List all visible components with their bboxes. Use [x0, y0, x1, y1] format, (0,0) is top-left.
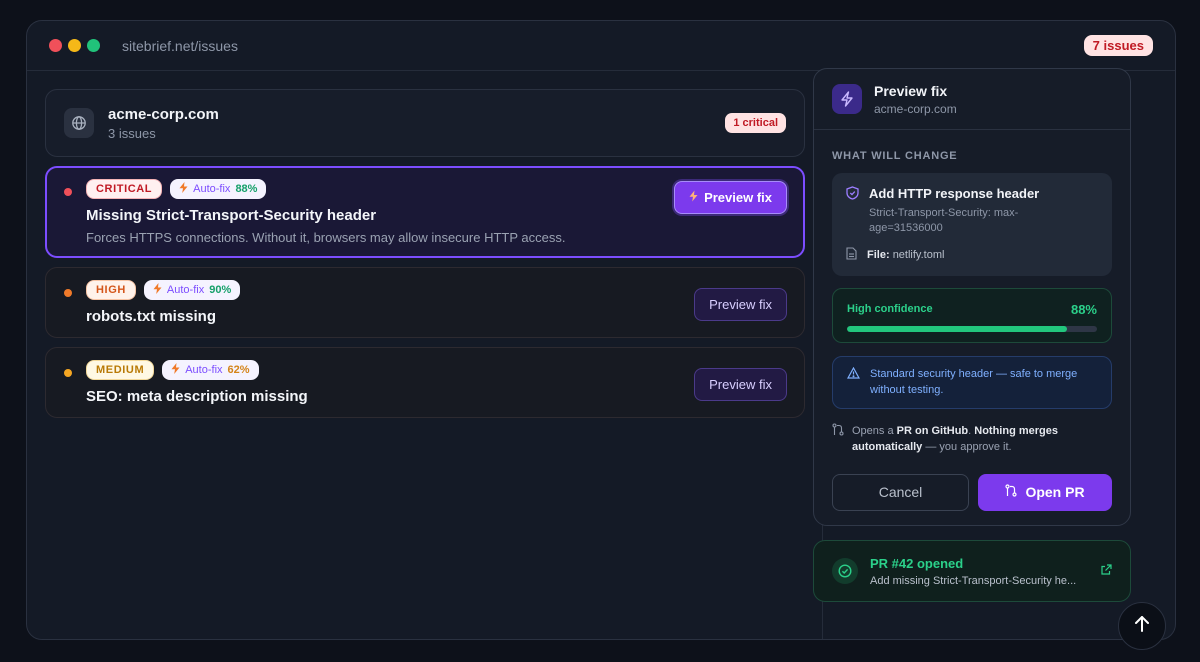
autofix-tag: Auto-fix 62% [162, 360, 259, 380]
pr-info: Opens a PR on GitHub. Nothing merges aut… [832, 423, 1112, 456]
shield-icon [846, 186, 859, 237]
preview-fix-label: Preview fix [709, 297, 772, 312]
severity-tag: CRITICAL [86, 179, 163, 199]
warning-icon [846, 366, 861, 399]
site-name: acme-corp.com [108, 105, 219, 123]
preview-fix-label: Preview fix [709, 377, 772, 392]
bolt-icon [179, 182, 188, 196]
check-circle-icon [832, 558, 858, 584]
issue-title: SEO: meta description missing [86, 388, 308, 405]
severity-tag: MEDIUM [86, 360, 155, 380]
minimize-window-dot[interactable] [68, 39, 81, 52]
issue-card-hsts[interactable]: CRITICAL Auto-fix 88% Missing Strict-Tra… [45, 166, 805, 258]
globe-icon [64, 108, 94, 138]
autofix-label: Auto-fix [193, 183, 231, 195]
severity-tag: HIGH [86, 280, 136, 300]
arrow-up-icon [1134, 615, 1150, 638]
pr-opened-toast[interactable]: PR #42 opened Add missing Strict-Transpo… [813, 540, 1131, 602]
safety-note: Standard security header — safe to merge… [832, 355, 1112, 409]
panel-subtitle: acme-corp.com [874, 101, 957, 116]
pr-text-3: — you approve it. [922, 441, 1012, 454]
autofix-tag: Auto-fix 90% [143, 280, 241, 300]
site-header-card: acme-corp.com 3 issues 1 critical [45, 89, 805, 157]
open-pr-button[interactable]: Open PR [978, 473, 1112, 511]
toast-title: PR #42 opened [870, 555, 964, 571]
pr-text-github: PR on GitHub [896, 424, 969, 437]
panel-header: Preview fix acme-corp.com [814, 69, 1130, 130]
scroll-to-top-button[interactable] [1118, 602, 1166, 650]
critical-count-badge: 1 critical [725, 113, 786, 133]
toast-subtitle: Add missing Strict-Transport-Security he… [870, 574, 1077, 587]
bolt-icon [153, 283, 162, 297]
cancel-button[interactable]: Cancel [832, 473, 969, 511]
issue-card-meta[interactable]: MEDIUM Auto-fix 62% SEO: meta descriptio… [45, 347, 805, 418]
open-pr-label: Open PR [1025, 484, 1085, 501]
confidence-card: High confidence 88% [832, 287, 1112, 343]
panel-actions: Cancel Open PR [832, 473, 1112, 511]
section-label: WHAT WILL CHANGE [832, 150, 958, 162]
maximize-window-dot[interactable] [87, 39, 100, 52]
file-label: File: [867, 248, 890, 261]
bolt-icon [689, 190, 698, 205]
issue-card-robots[interactable]: HIGH Auto-fix 90% robots.txt missing Pre… [45, 267, 805, 338]
url-text: sitebrief.net/issues [122, 37, 238, 54]
change-card: Add HTTP response header Strict-Transpor… [832, 173, 1112, 276]
preview-fix-label: Preview fix [704, 190, 772, 205]
issues-list: acme-corp.com 3 issues 1 critical CRITIC… [45, 89, 805, 427]
git-pull-request-icon [832, 423, 844, 456]
file-name: netlify.toml [892, 248, 945, 261]
severity-dot [64, 369, 72, 377]
external-link-icon[interactable] [1101, 562, 1112, 580]
file-icon [846, 247, 857, 263]
autofix-percent: 88% [235, 183, 258, 195]
bolt-icon [171, 363, 180, 377]
autofix-percent: 90% [209, 284, 232, 296]
preview-fix-panel: Preview fix acme-corp.com WHAT WILL CHAN… [813, 68, 1131, 526]
autofix-label: Auto-fix [166, 284, 205, 296]
confidence-bar-fill [847, 325, 1067, 332]
autofix-percent: 62% [227, 364, 250, 376]
issue-description: Forces HTTPS connections. Without it, br… [86, 230, 566, 245]
preview-fix-button[interactable]: Preview fix [674, 181, 787, 214]
autofix-label: Auto-fix [185, 364, 223, 376]
confidence-label: High confidence [847, 303, 933, 316]
bolt-icon [832, 84, 862, 114]
close-window-dot[interactable] [49, 39, 62, 52]
preview-fix-button[interactable]: Preview fix [694, 288, 787, 321]
confidence-bar [847, 325, 1097, 332]
preview-fix-button[interactable]: Preview fix [694, 368, 787, 401]
change-title: Add HTTP response header [869, 186, 1040, 201]
panel-title: Preview fix [874, 82, 948, 99]
issue-title: robots.txt missing [86, 308, 217, 325]
site-issue-count: 3 issues [108, 125, 156, 141]
file-row: File: netlify.toml [846, 247, 1098, 263]
git-pull-request-icon [1005, 484, 1018, 500]
change-detail: Strict-Transport-Security: max-age=31536… [869, 207, 1019, 235]
issues-count-badge: 7 issues [1083, 35, 1153, 56]
note-text: Standard security header — safe to merge… [870, 367, 1078, 397]
severity-dot [64, 188, 72, 196]
confidence-value: 88% [1070, 301, 1097, 317]
title-bar: sitebrief.net/issues 7 issues [27, 21, 1175, 71]
autofix-tag: Auto-fix 88% [170, 179, 267, 199]
severity-dot [64, 289, 72, 297]
pr-text-1: Opens a [852, 424, 897, 437]
